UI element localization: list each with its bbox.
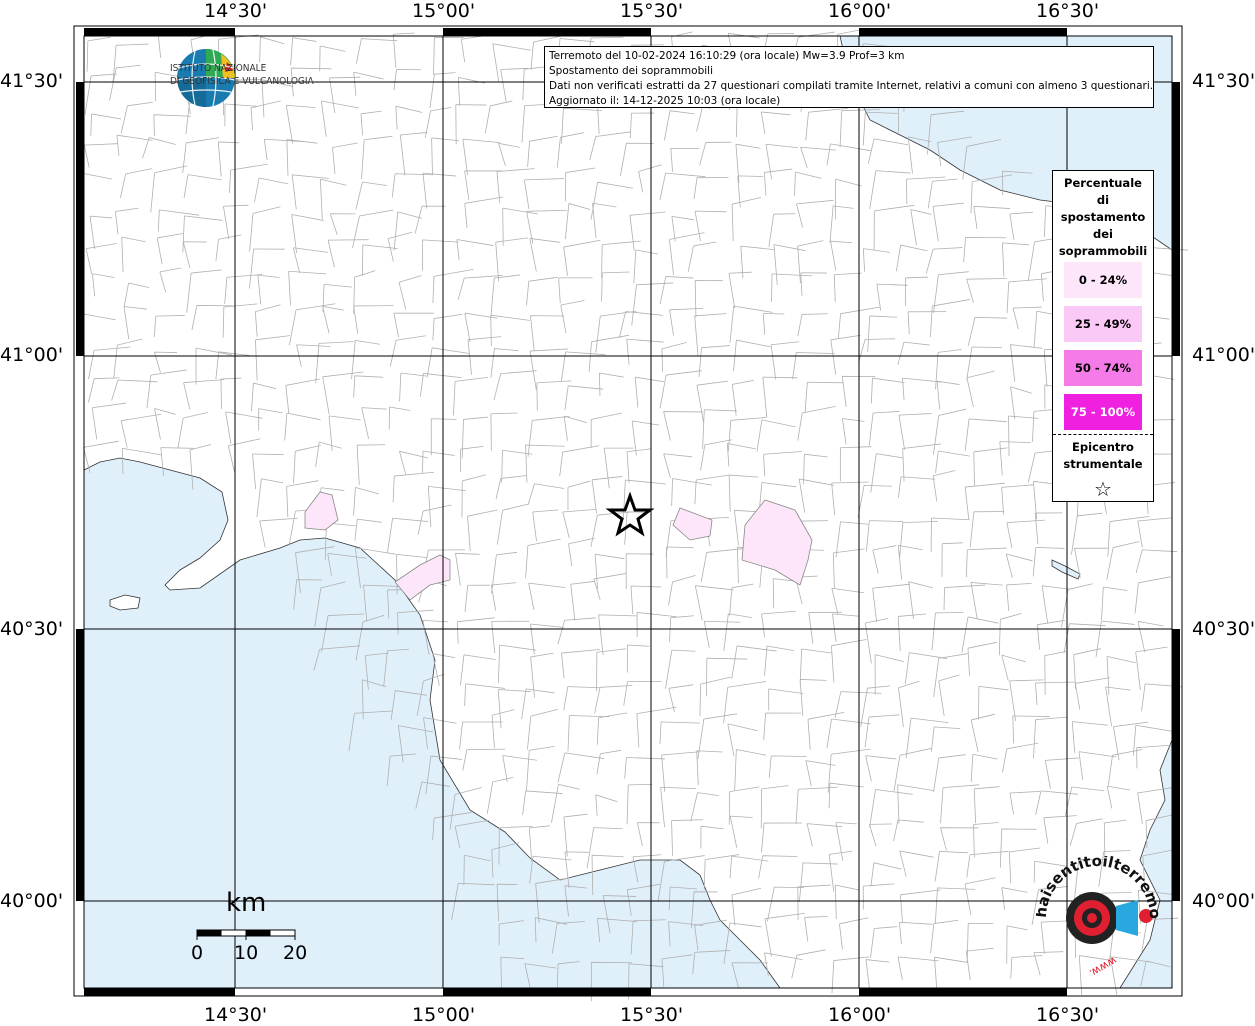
legend-title-line1: Percentuale <box>1064 176 1142 190</box>
top-label-1: 14°30' <box>204 0 268 22</box>
legend-epicenter-line2: strumentale <box>1063 457 1143 471</box>
left-label-3: 40°30' <box>0 618 64 640</box>
left-label-1: 41°30' <box>0 70 64 92</box>
legend-title-line5: soprammobili <box>1058 244 1148 258</box>
right-label-2: 41°00' <box>1192 344 1255 366</box>
top-label-5: 16°30' <box>1036 0 1100 22</box>
right-label-3: 40°30' <box>1192 618 1255 640</box>
bottom-label-1: 14°30' <box>204 1004 268 1026</box>
scale-label-0: 0 <box>191 942 204 964</box>
legend: Percentuale di spostamento dei soprammob… <box>1052 170 1154 502</box>
left-label-2: 41°00' <box>0 344 64 366</box>
legend-title-line3: spostamento <box>1060 210 1146 224</box>
legend-title: Percentuale di spostamento dei soprammob… <box>1053 175 1153 260</box>
top-label-2: 15°00' <box>412 0 476 22</box>
bottom-label-3: 15°30' <box>620 1004 684 1026</box>
bottom-label-5: 16°30' <box>1036 1004 1100 1026</box>
scale-label-20: 20 <box>283 942 308 964</box>
ingv-line1: ISTITUTO NAZIONALE <box>170 63 267 74</box>
scale-label-10: 10 <box>234 942 259 964</box>
legend-title-line2: di <box>1096 193 1110 207</box>
event-data-note: Dati non verificati estratti da 27 quest… <box>549 80 1154 92</box>
legend-separator <box>1053 434 1153 435</box>
ingv-line2: DI GEOFISICA E VULCANOLOGIA <box>170 76 314 87</box>
bottom-label-4: 16°00' <box>828 1004 892 1026</box>
right-label-1: 41°30' <box>1192 70 1255 92</box>
legend-epicenter-label: Epicentro strumentale <box>1053 439 1153 473</box>
hsit-logo-icon: haisentitoilterremoto.it www. <box>1036 856 1160 980</box>
event-updated: Aggiornato il: 14-12-2025 10:03 (ora loc… <box>549 95 781 107</box>
legend-class-1: 0 - 24% <box>1064 262 1142 298</box>
legend-class-3: 50 - 74% <box>1064 350 1142 386</box>
legend-class-4: 75 - 100% <box>1064 394 1142 430</box>
event-title: Terremoto del 10-02-2024 16:10:29 (ora l… <box>549 50 905 62</box>
legend-class-2: 25 - 49% <box>1064 306 1142 342</box>
legend-epicenter-line1: Epicentro <box>1072 440 1134 454</box>
event-subtitle: Spostamento dei soprammobili <box>549 65 713 77</box>
event-info-box: Terremoto del 10-02-2024 16:10:29 (ora l… <box>544 46 1154 108</box>
top-label-3: 15°30' <box>620 0 684 22</box>
legend-title-line4: dei <box>1093 227 1113 241</box>
svg-text:www.: www. <box>1087 954 1119 980</box>
top-label-4: 16°00' <box>828 0 892 22</box>
scale-bar-labels: km 0 10 20 <box>190 888 320 978</box>
bottom-label-2: 15°00' <box>412 1004 476 1026</box>
ingv-name: ISTITUTO NAZIONALE DI GEOFISICA E VULCAN… <box>170 62 314 88</box>
right-label-4: 40°00' <box>1192 890 1255 912</box>
legend-star-icon: ☆ <box>1094 477 1112 501</box>
scale-title: km <box>226 888 267 918</box>
left-label-4: 40°00' <box>0 890 64 912</box>
